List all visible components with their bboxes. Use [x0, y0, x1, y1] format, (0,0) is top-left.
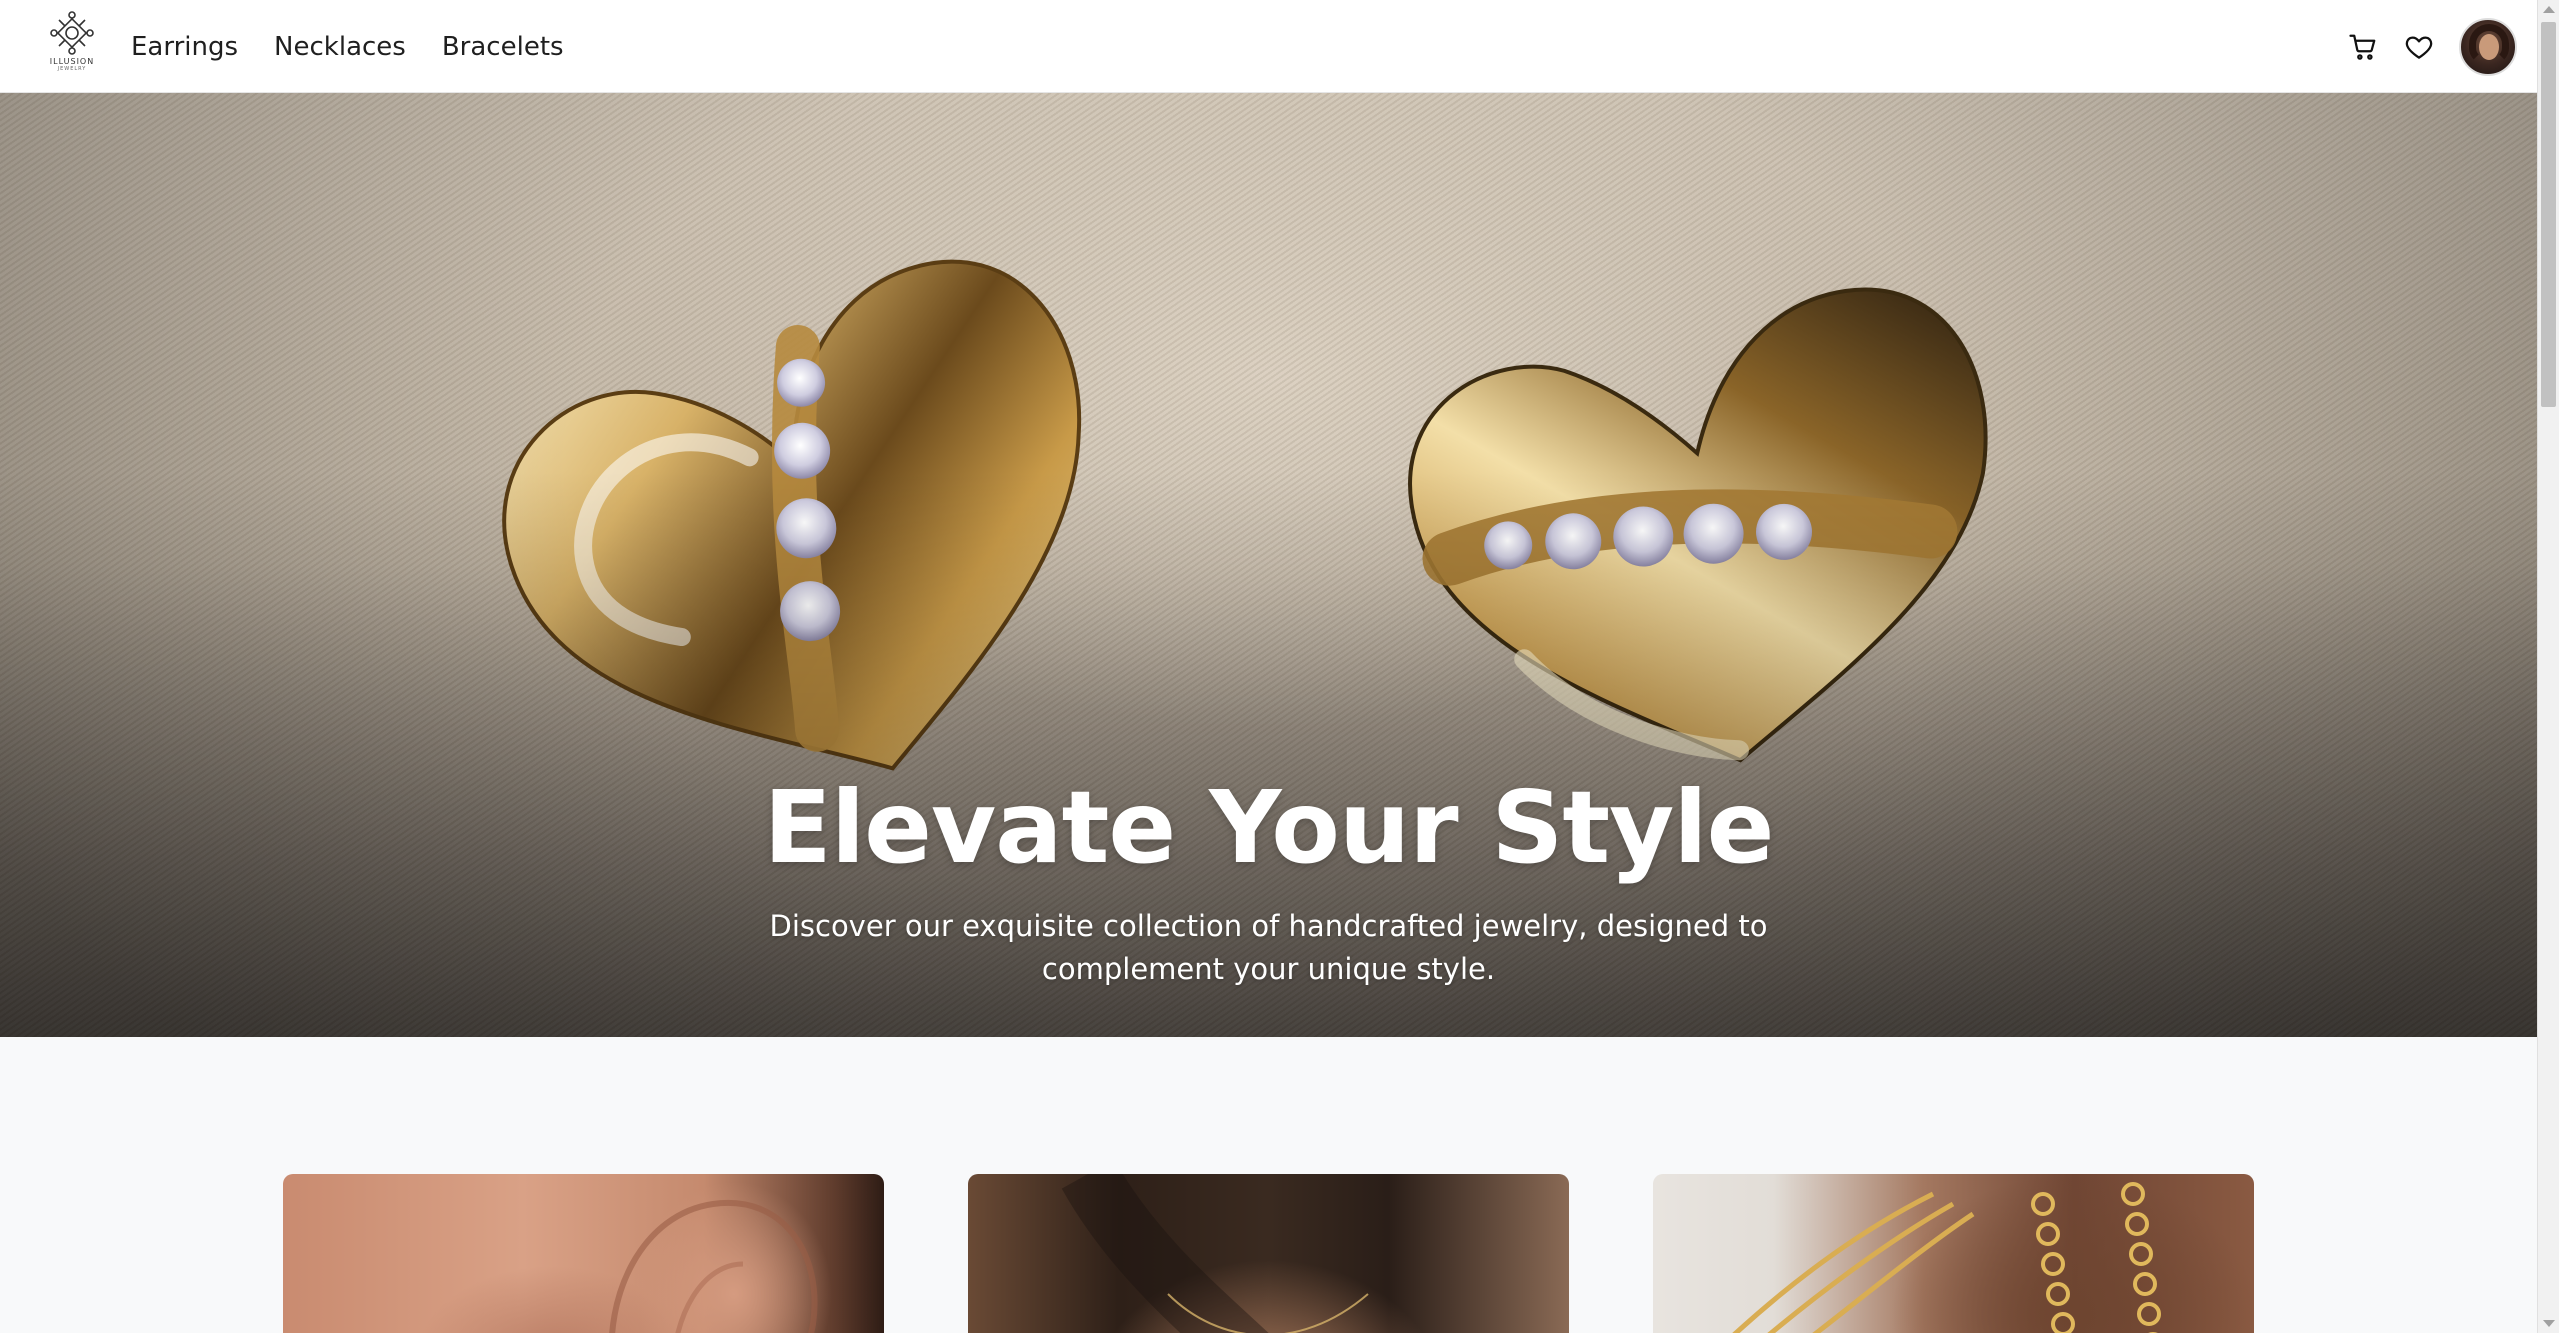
site-header: ILLUSION JEWELRY Earrings Necklaces Brac… — [0, 0, 2537, 93]
page: ILLUSION JEWELRY Earrings Necklaces Brac… — [0, 0, 2559, 1333]
scroll-thumb[interactable] — [2541, 22, 2556, 407]
main-nav: Earrings Necklaces Bracelets — [131, 0, 564, 93]
ear-image — [609, 1199, 818, 1333]
nav-link-bracelets[interactable]: Bracelets — [442, 32, 564, 62]
header-actions — [2347, 0, 2517, 93]
category-card-earrings[interactable] — [283, 1174, 884, 1333]
heart-icon — [2405, 36, 2433, 59]
logo-emblem-icon — [50, 11, 94, 55]
bracelets-image — [1732, 1182, 2161, 1333]
page-scrollbar[interactable] — [2537, 0, 2559, 1333]
category-card-bracelets[interactable] — [1653, 1174, 2254, 1333]
category-cards — [283, 1174, 2254, 1333]
neck-image — [1061, 1174, 1369, 1333]
brand-logo[interactable]: ILLUSION JEWELRY — [46, 10, 98, 74]
hero-subtitle: Discover our exquisite collection of han… — [769, 909, 1768, 986]
avatar[interactable] — [2459, 17, 2517, 76]
category-card-necklaces[interactable] — [968, 1174, 1569, 1333]
avatar-hair — [2469, 23, 2509, 64]
scroll-up-arrow-icon[interactable] — [2543, 6, 2555, 13]
nav-link-earrings[interactable]: Earrings — [131, 32, 238, 62]
cart-icon — [2349, 34, 2376, 60]
scroll-down-arrow-icon[interactable] — [2543, 1320, 2555, 1327]
hero-title: Elevate Your Style — [763, 769, 1775, 886]
nav-link-necklaces[interactable]: Necklaces — [274, 32, 406, 62]
hero-banner: Elevate Your Style Discover our exquisit… — [0, 93, 2537, 1037]
cart-button[interactable] — [2347, 31, 2379, 63]
logo-tagline: JEWELRY — [57, 66, 87, 72]
wishlist-button[interactable] — [2403, 31, 2435, 63]
logo-wordmark: ILLUSION — [49, 57, 95, 66]
hero-overlay — [0, 93, 2537, 1037]
